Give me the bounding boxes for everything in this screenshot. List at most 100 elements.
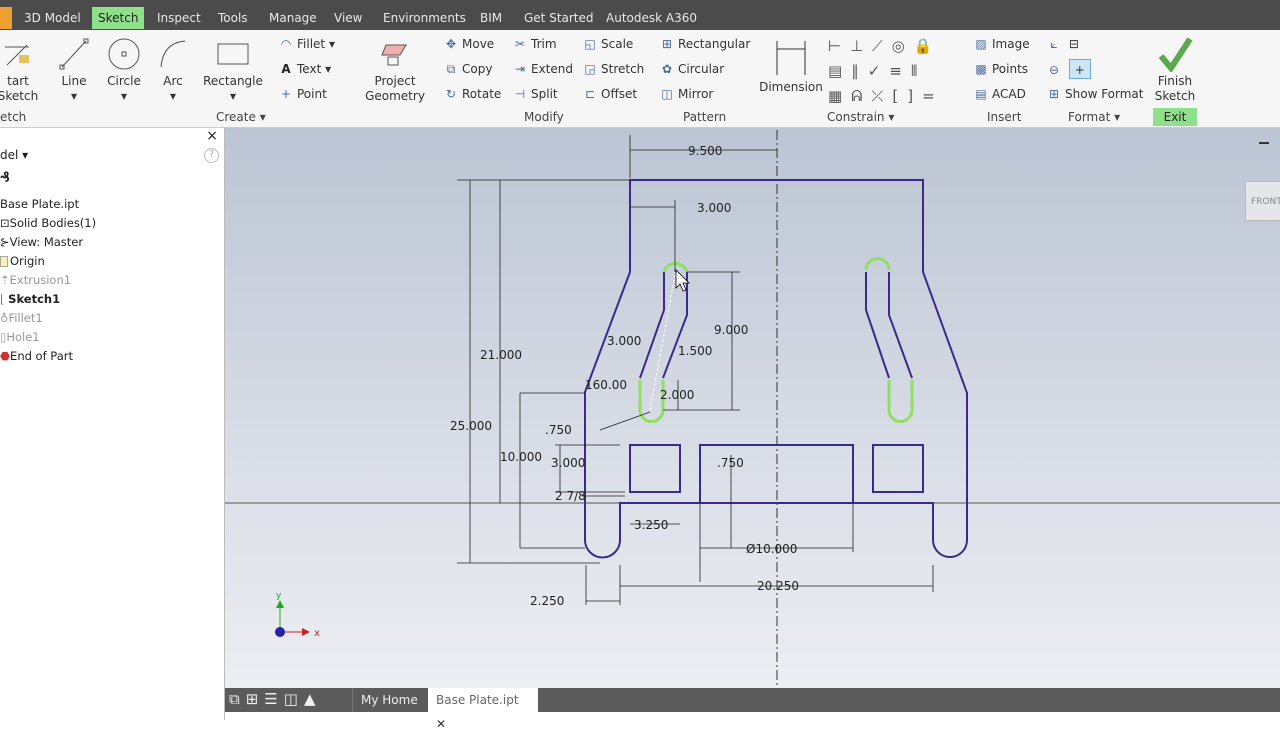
move-button[interactable]: ✥ Move (443, 34, 494, 54)
tile-icon[interactable]: ⊞ (246, 690, 265, 708)
lock-icon[interactable]: 🔒 (914, 37, 942, 55)
auto-dimension-icon[interactable]: ⊢ (828, 37, 850, 55)
extend-button[interactable]: ⇥ Extend (512, 59, 573, 79)
tree-item-base-plate[interactable]: Base Plate.ipt (0, 195, 79, 213)
scale-button[interactable]: ◱ Scale (582, 34, 633, 54)
tab-tools[interactable]: Tools (212, 7, 254, 29)
rotate-button[interactable]: ↻ Rotate (443, 84, 501, 104)
tangent-icon[interactable]: ⟋ (872, 37, 892, 55)
show-constraints-icon[interactable]: ▤ (828, 62, 851, 80)
tab-3d-model[interactable]: 3D Model (18, 7, 87, 29)
tree-item-extrusion1[interactable]: ⇡Extrusion1 (0, 271, 71, 289)
right-slot-lines (865, 272, 913, 379)
panel-label-pattern: Pattern (683, 110, 727, 124)
point-icon: + (280, 87, 292, 101)
start-sketch-button[interactable]: tart Sketch (0, 34, 40, 104)
panel-label-format[interactable]: Format ▾ (1068, 110, 1120, 124)
construction-button[interactable]: ⟀ ⊟ (1046, 34, 1079, 54)
arc-icon (156, 34, 190, 74)
stretch-icon: ◲ (584, 62, 596, 76)
tab-autodesk-a360[interactable]: Autodesk A360 (600, 7, 703, 29)
perpendicular-icon[interactable]: ⊥ (850, 37, 872, 55)
copy-button[interactable]: ⧉ Copy (443, 59, 493, 79)
collinear-icon[interactable]: ⤫ (871, 87, 892, 105)
parallel-icon[interactable]: ∥ (851, 62, 868, 80)
tab-inspect[interactable]: Inspect (151, 7, 207, 29)
tab-manage[interactable]: Manage (263, 7, 323, 29)
help-button[interactable]: ? (204, 148, 219, 163)
tree-item-hole1[interactable]: ▯Hole1 (0, 328, 40, 346)
arrange-horizontal-icon[interactable]: ☰ (264, 690, 283, 708)
tree-item-end-of-part[interactable]: ⬣End of Part (0, 347, 73, 365)
tab-view[interactable]: View (328, 7, 368, 29)
tab-my-home[interactable]: My Home (352, 688, 426, 712)
offset-button[interactable]: ⊏ Offset (582, 84, 637, 104)
finish-sketch-button[interactable]: Finish Sketch (1152, 34, 1198, 104)
mirror-button[interactable]: ◫ Mirror (659, 84, 713, 104)
construction-icon: ⟀ (1050, 37, 1058, 51)
coincident-icon[interactable]: ✓ (868, 62, 890, 80)
image-button[interactable]: ▨ Image (973, 34, 1029, 54)
point-button[interactable]: + Point (278, 84, 327, 104)
arrange-vertical-icon[interactable]: ◫ (284, 690, 304, 708)
panel-label-modify: Modify (524, 110, 564, 124)
graphics-window[interactable]: 9.500 3.000 9.000 3.000 1.500 21.000 160… (225, 128, 1280, 688)
panel-label-constrain[interactable]: Constrain ▾ (827, 110, 894, 124)
text-button[interactable]: A Text ▾ (278, 59, 331, 79)
fillet-button[interactable]: ◠ Fillet ▾ (278, 34, 335, 54)
tab-sketch[interactable]: Sketch (92, 7, 145, 29)
browser-title[interactable]: del ▾ (0, 148, 28, 162)
tree-item-solid-bodies[interactable]: ⊡Solid Bodies(1) (0, 214, 96, 232)
centerline-icon[interactable]: + (1068, 59, 1091, 79)
dim-2000: 2.000 (660, 388, 694, 402)
panel-label-exit: Exit (1153, 108, 1197, 126)
rectangular-pattern-button[interactable]: ⊞ Rectangular (659, 34, 750, 54)
relax-icon[interactable]: ▦ (828, 87, 851, 105)
circular-pattern-button[interactable]: ✿ Circular (659, 59, 724, 79)
svg-text:y: y (276, 591, 282, 601)
horizontal-icon[interactable]: ≡ (889, 62, 911, 80)
centerline-button[interactable]: ⊖ + (1046, 59, 1091, 79)
find-icon[interactable]: ₰ (0, 170, 10, 186)
tab-get-started[interactable]: Get Started (518, 7, 600, 29)
show-format-button[interactable]: ⊞ Show Format (1046, 84, 1144, 104)
dim-angle-160: 160.00 (585, 378, 627, 392)
tab-base-plate[interactable]: Base Plate.ipt ✕ (428, 688, 538, 731)
tree-item-origin[interactable]: Origin (0, 252, 45, 270)
driven-dimension-icon[interactable]: ⊟ (1069, 37, 1079, 51)
tab-bim[interactable]: BIM (474, 7, 508, 29)
sketch-canvas[interactable]: 9.500 3.000 9.000 3.000 1.500 21.000 160… (225, 128, 1280, 688)
viewcube[interactable]: FRONT (1245, 181, 1280, 221)
dimension-button[interactable]: Dimension (758, 34, 824, 95)
tree-item-view-master[interactable]: ⊱View: Master (0, 233, 83, 251)
tree-item-sketch1[interactable]: ⌊ Sketch1 (0, 290, 60, 308)
split-button[interactable]: ⊣ Split (512, 84, 558, 104)
tree-item-fillet1[interactable]: ♁Fillet1 (0, 309, 43, 327)
symmetric-icon[interactable]: [] (892, 87, 922, 105)
stretch-button[interactable]: ◲ Stretch (582, 59, 644, 79)
arc-button[interactable]: Arc ▾ (156, 34, 190, 104)
close-browser-button[interactable]: × (206, 128, 218, 144)
equal-icon[interactable]: = (922, 87, 944, 105)
fillet-icon: ◠ (280, 37, 292, 51)
sketch-geometry[interactable] (584, 179, 968, 559)
minimize-navbar-button[interactable] (1259, 142, 1269, 144)
smooth-icon[interactable]: ᕱ (851, 87, 871, 105)
vertical-icon[interactable]: ⦀ (911, 62, 927, 80)
points-button[interactable]: ▩ Points (973, 59, 1028, 79)
acad-button[interactable]: ▤ ACAD (973, 84, 1026, 104)
line-button[interactable]: Line ▾ (56, 34, 92, 104)
project-geometry-button[interactable]: Project Geometry (362, 34, 428, 104)
cascade-icon[interactable]: ⧉ (229, 690, 246, 708)
panel-label-create[interactable]: Create ▾ (216, 110, 266, 124)
tab-environments[interactable]: Environments (377, 7, 472, 29)
expand-up-icon[interactable]: ▲ (304, 690, 322, 708)
concentric-icon[interactable]: ◎ (892, 37, 914, 55)
file-menu-button[interactable] (0, 7, 12, 29)
panel-label-sketch: etch (0, 110, 27, 124)
panel-label-insert: Insert (987, 110, 1022, 124)
circle-button[interactable]: Circle ▾ (104, 34, 144, 104)
rectangle-button[interactable]: Rectangle ▾ (202, 34, 264, 104)
dimension-labels[interactable]: 9.500 3.000 9.000 3.000 1.500 21.000 160… (450, 144, 799, 608)
trim-button[interactable]: ✂ Trim (512, 34, 557, 54)
